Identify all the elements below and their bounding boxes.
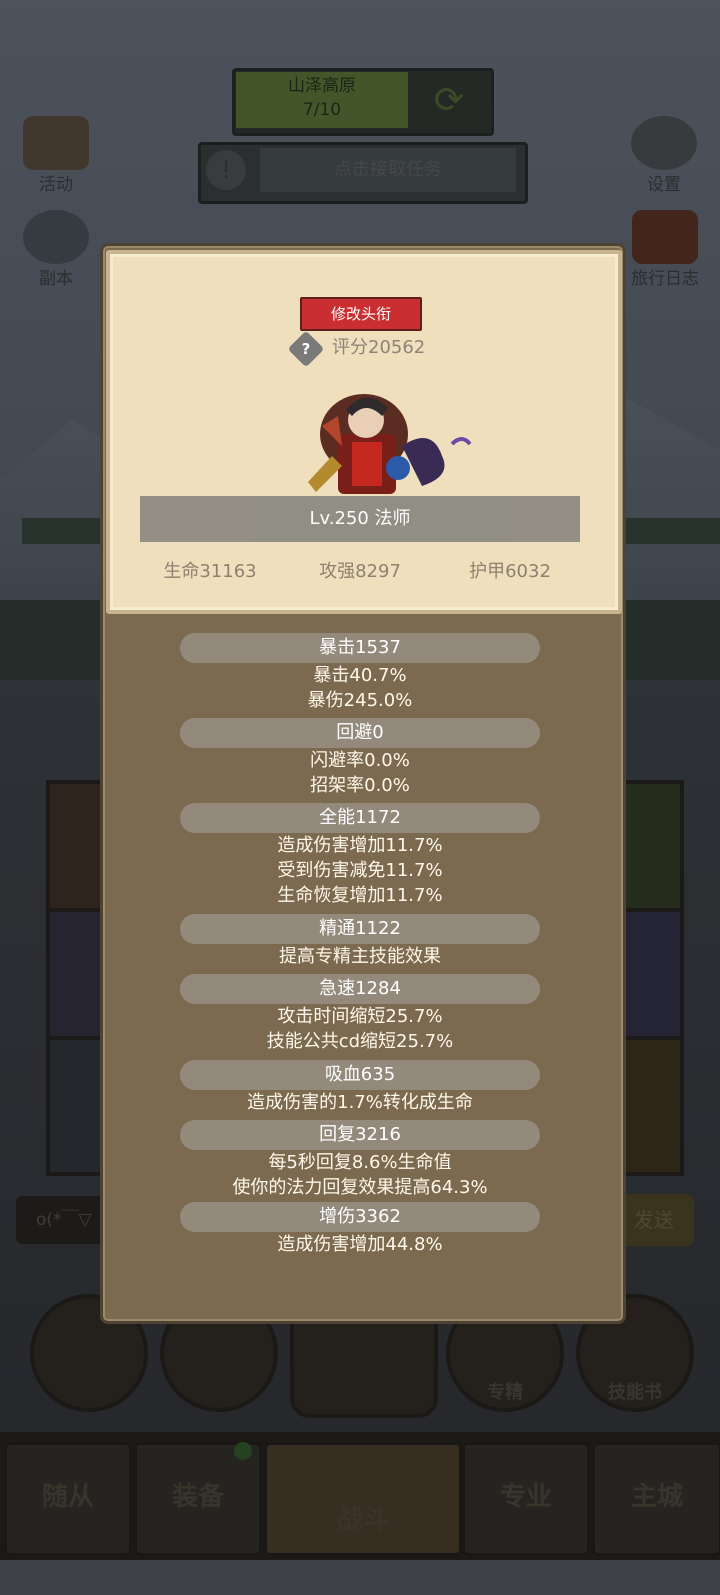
stat-line: 招架率0.0% (310, 775, 410, 796)
stat-line: 造成伤害的1.7%转化成生命 (247, 1092, 473, 1113)
rename-title-button[interactable]: 修改头衔 (300, 297, 422, 331)
regen-header: 回复3216 (180, 1120, 540, 1150)
attack-power-stat: 攻强8297 (319, 561, 401, 582)
stat-line: 闪避率0.0% (310, 750, 410, 771)
crit-header: 暴击1537 (180, 633, 540, 663)
stat-line: 使你的法力回复效果提高64.3% (232, 1177, 488, 1198)
lifesteal-header: 吸血635 (180, 1060, 540, 1090)
stat-line: 提高专精主技能效果 (279, 946, 441, 967)
stat-line: 技能公共cd缩短25.7% (266, 1031, 454, 1052)
stat-line: 暴伤245.0% (307, 690, 413, 711)
stat-line: 受到伤害减免11.7% (277, 860, 443, 881)
armor-stat: 护甲6032 (469, 561, 551, 582)
stat-line: 暴击40.7% (313, 665, 407, 686)
stat-line: 造成伤害增加11.7% (277, 835, 443, 856)
mage-character-portrait (308, 394, 472, 494)
dodge-header: 回避0 (180, 718, 540, 748)
haste-header: 急速1284 (180, 974, 540, 1004)
score-text: 评分20562 (332, 337, 426, 358)
stat-line: 攻击时间缩短25.7% (277, 1006, 443, 1027)
mastery-header: 精通1122 (180, 914, 540, 944)
stat-line: 每5秒回复8.6%生命值 (268, 1152, 452, 1173)
hp-stat: 生命31163 (163, 561, 257, 582)
stat-line: 生命恢复增加11.7% (277, 885, 443, 906)
stat-line: 造成伤害增加44.8% (277, 1234, 443, 1255)
help-icon[interactable]: ? (293, 336, 319, 362)
versatility-header: 全能1172 (180, 803, 540, 833)
level-class-bar: Lv.250 法师 (140, 496, 580, 542)
damage-bonus-header: 增伤3362 (180, 1202, 540, 1232)
